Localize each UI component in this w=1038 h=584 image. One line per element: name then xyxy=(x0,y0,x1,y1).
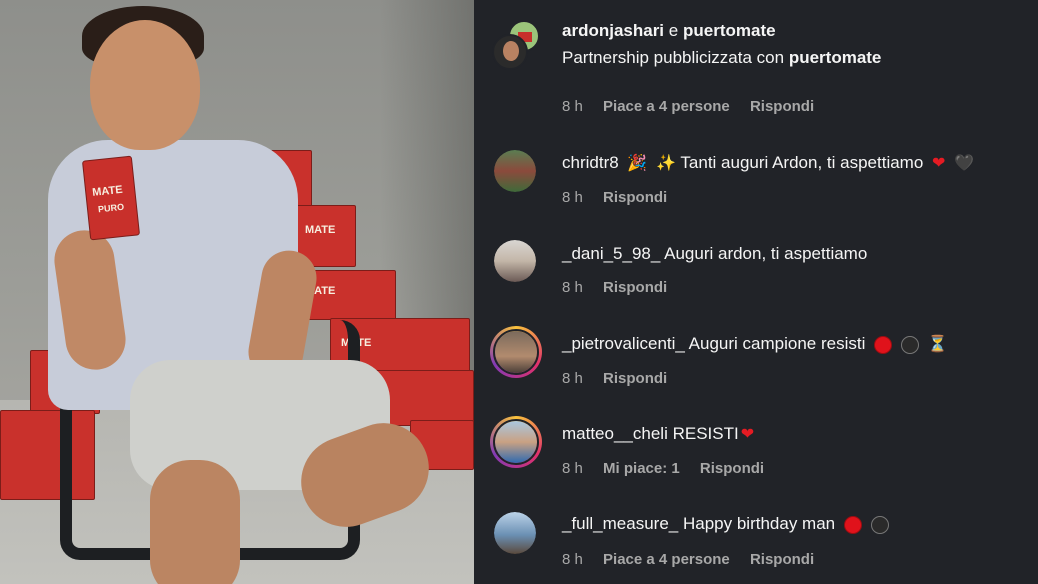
comment-body: Auguri campione resisti xyxy=(688,334,866,353)
sparkles-icon: ✨ xyxy=(656,154,676,172)
likes-count[interactable]: Piace a 4 persone xyxy=(603,551,730,568)
user-avatar-story-ring[interactable] xyxy=(490,416,542,468)
comment-meta: 8 h Rispondi xyxy=(562,370,683,387)
joiner-text: e xyxy=(668,21,679,40)
timestamp[interactable]: 8 h xyxy=(562,370,583,387)
black-heart-icon: 🖤 xyxy=(954,154,975,172)
comment-body: Auguri ardon, ti aspettiamo xyxy=(664,244,868,263)
comment-author[interactable]: _full_measure_ xyxy=(562,514,678,533)
partnership-line: Partnership pubblicizzata con puertomate xyxy=(562,47,881,69)
reply-button[interactable]: Rispondi xyxy=(603,189,667,206)
user-avatar[interactable] xyxy=(494,512,536,554)
timestamp[interactable]: 8 h xyxy=(562,279,583,296)
likes-count[interactable]: Mi piace: 1 xyxy=(603,460,680,477)
user-avatar[interactable] xyxy=(494,240,536,282)
red-heart-icon: ❤ xyxy=(932,154,946,172)
collab-avatars[interactable] xyxy=(492,20,542,70)
reply-button[interactable]: Rispondi xyxy=(750,98,814,115)
comment-text-line: matteo__cheli RESISTI ❤ xyxy=(562,423,754,445)
comment-text-line: chridtr8 🎉 ✨ Tanti auguri Ardon, ti aspe… xyxy=(562,152,975,174)
reply-button[interactable]: Rispondi xyxy=(603,370,667,387)
comment-text-line: _pietrovalicenti_ Auguri campione resist… xyxy=(562,333,947,355)
comment-author[interactable]: _pietrovalicenti_ xyxy=(562,334,685,353)
reply-button[interactable]: Rispondi xyxy=(603,279,667,296)
user-avatar[interactable] xyxy=(494,150,536,192)
comment-meta: 8 h Rispondi xyxy=(562,279,683,296)
caption-authors: ardonjashari e puertomate xyxy=(562,20,776,42)
party-popper-icon: 🎉 xyxy=(627,154,648,172)
comments-panel[interactable]: ardonjashari e puertomate Partnership pu… xyxy=(474,0,1038,584)
reply-button[interactable]: Rispondi xyxy=(750,551,814,568)
reply-button[interactable]: Rispondi xyxy=(700,460,764,477)
author-link[interactable]: ardonjashari xyxy=(562,21,664,40)
person-head xyxy=(90,20,200,150)
comment-body: Happy birthday man xyxy=(682,514,836,533)
timestamp[interactable]: 8 h xyxy=(562,551,583,568)
partner-link[interactable]: puertomate xyxy=(789,48,882,67)
partnership-label: Partnership pubblicizzata con xyxy=(562,48,785,67)
comment-author[interactable]: _dani_5_98_ xyxy=(562,244,660,263)
black-circle-icon xyxy=(870,515,889,534)
red-heart-icon: ❤ xyxy=(740,425,755,443)
comment-meta: 8 h Mi piace: 1 Rispondi xyxy=(562,460,780,477)
user-avatar-story-ring[interactable] xyxy=(490,326,542,378)
comment-meta: 8 h Piace a 4 persone Rispondi xyxy=(562,98,830,115)
coauthor-link[interactable]: puertomate xyxy=(683,21,776,40)
comment-author[interactable]: chridtr8 xyxy=(562,153,619,172)
person-leg xyxy=(150,460,240,584)
avatar-ardonjashari[interactable] xyxy=(492,34,528,70)
red-circle-icon xyxy=(874,335,893,354)
comment-body: RESISTI xyxy=(672,424,739,443)
timestamp[interactable]: 8 h xyxy=(562,98,583,115)
comment-text-line: _dani_5_98_ Auguri ardon, ti aspettiamo xyxy=(562,243,867,265)
likes-count[interactable]: Piace a 4 persone xyxy=(603,98,730,115)
black-circle-icon xyxy=(900,335,919,354)
timestamp[interactable]: 8 h xyxy=(562,189,583,206)
timestamp[interactable]: 8 h xyxy=(562,460,583,477)
comment-author[interactable]: matteo__cheli xyxy=(562,424,668,443)
comment-body: Tanti auguri Ardon, ti aspettiamo xyxy=(680,153,924,172)
comment-meta: 8 h Rispondi xyxy=(562,189,683,206)
red-circle-icon xyxy=(843,515,862,534)
hourglass-icon: ⏳ xyxy=(927,335,948,353)
comment-meta: 8 h Piace a 4 persone Rispondi xyxy=(562,551,830,568)
held-carton: MATE PURO xyxy=(81,155,141,241)
comment-text-line: _full_measure_ Happy birthday man xyxy=(562,513,889,535)
post-photo[interactable]: MATE MATE MATE MATE MATE PURO xyxy=(0,0,474,584)
